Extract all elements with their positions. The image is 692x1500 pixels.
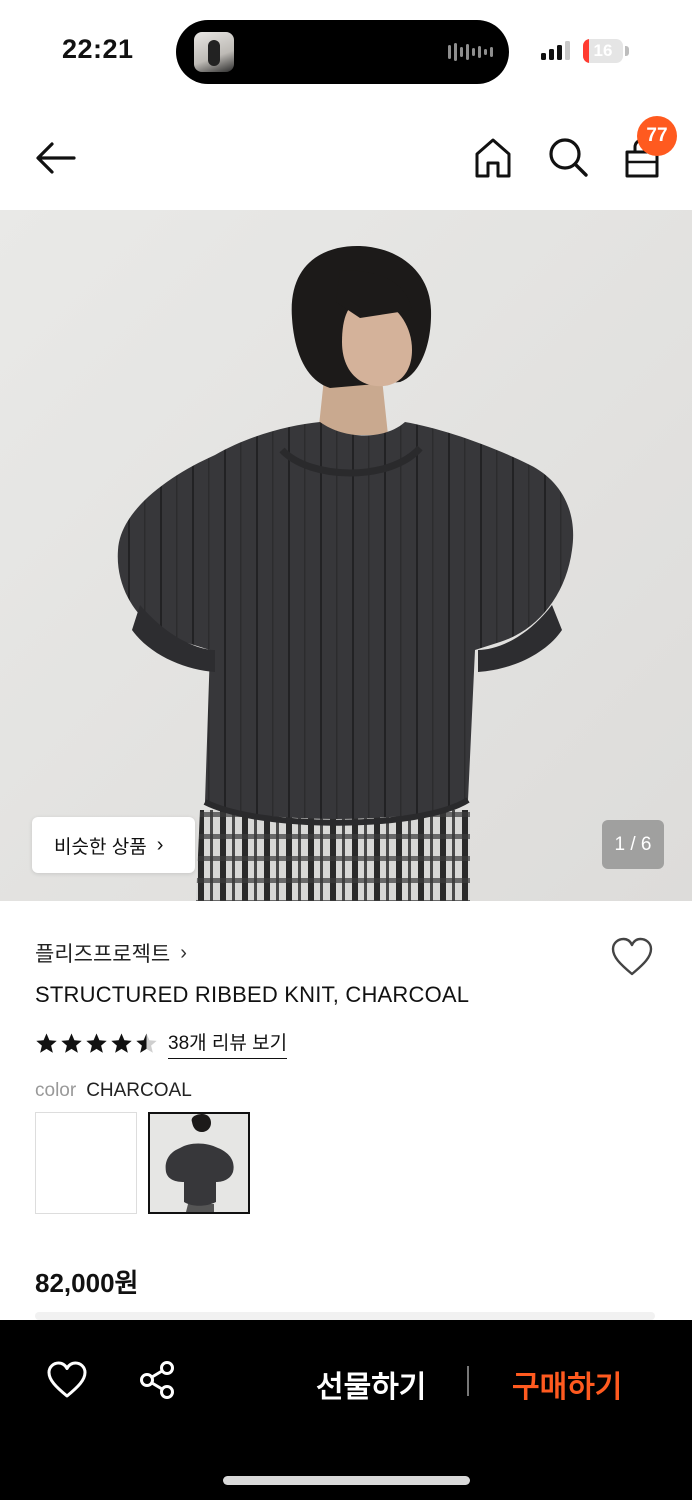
gift-button[interactable]: 선물하기 <box>316 1362 426 1406</box>
color-value: CHARCOAL <box>86 1080 192 1101</box>
bottom-action-bar: 선물하기 구매하기 <box>0 1320 692 1500</box>
star-rating <box>35 1032 158 1055</box>
button-separator <box>467 1366 469 1396</box>
home-icon[interactable] <box>473 136 513 180</box>
battery-icon: 16 <box>583 39 623 63</box>
chevron-right-icon: › <box>180 941 187 964</box>
top-nav <box>0 110 692 206</box>
now-playing-thumbnail <box>194 32 234 72</box>
product-title: STRUCTURED RIBBED KNIT, CHARCOAL <box>35 982 470 1007</box>
color-row: color CHARCOAL <box>35 1080 192 1102</box>
home-indicator[interactable] <box>223 1476 470 1485</box>
buy-button[interactable]: 구매하기 <box>512 1362 622 1406</box>
back-arrow-icon[interactable] <box>34 138 78 178</box>
product-image-gallery[interactable] <box>0 210 692 901</box>
color-swatch-charcoal[interactable] <box>148 1112 250 1214</box>
star-icon <box>36 1033 57 1053</box>
rating-row: 38개 리뷰 보기 <box>35 1028 288 1059</box>
search-icon[interactable] <box>547 136 589 178</box>
swatch-thumbnail <box>150 1114 248 1212</box>
review-link[interactable]: 38개 리뷰 보기 <box>168 1028 288 1059</box>
status-bar: 22:21 16 <box>0 0 692 100</box>
cart-count-badge[interactable]: 77 <box>637 116 677 156</box>
battery-cap <box>625 46 629 56</box>
product-photo <box>0 210 692 901</box>
star-icon <box>61 1033 82 1053</box>
brand-name: 플리즈프로젝트 <box>35 943 171 966</box>
image-pager: 1 / 6 <box>602 820 664 869</box>
share-icon[interactable] <box>138 1360 176 1400</box>
similar-products-button[interactable]: 비슷한 상품 › <box>32 817 195 873</box>
cellular-signal-icon <box>541 40 570 60</box>
star-icon <box>136 1033 157 1053</box>
chevron-right-icon: › <box>156 833 164 856</box>
wishlist-heart-icon[interactable] <box>610 937 654 977</box>
color-swatch-white[interactable] <box>35 1112 137 1214</box>
similar-products-label: 비슷한 상품 <box>54 836 147 858</box>
brand-link[interactable]: 플리즈프로젝트 › <box>35 938 187 968</box>
color-label: color <box>35 1080 77 1101</box>
audio-waveform-icon <box>448 42 493 62</box>
battery-level: 16 <box>593 41 613 60</box>
like-heart-icon[interactable] <box>47 1361 87 1399</box>
section-divider <box>35 1312 655 1320</box>
dynamic-island[interactable] <box>176 20 509 84</box>
price: 82,000원 <box>35 1268 139 1298</box>
status-time: 22:21 <box>62 34 134 64</box>
star-icon <box>86 1033 107 1053</box>
star-icon <box>111 1033 132 1053</box>
